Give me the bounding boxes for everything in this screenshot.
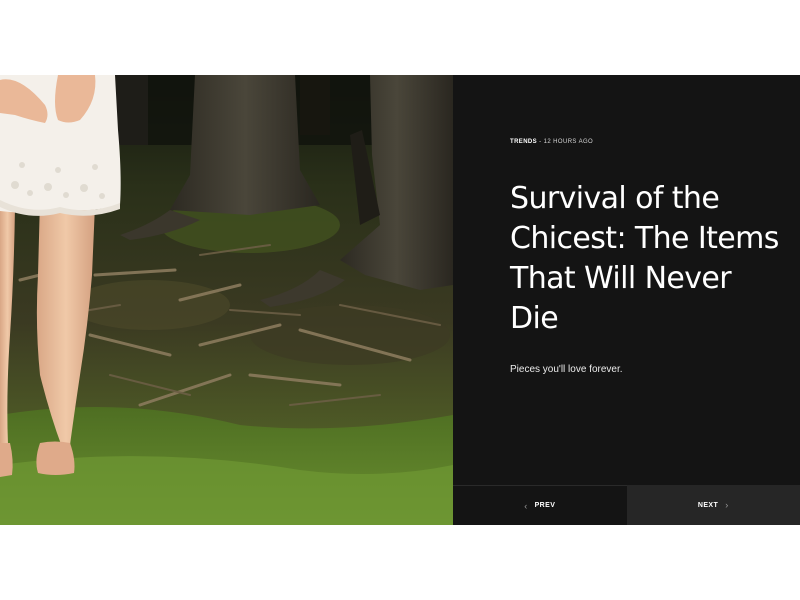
pager: ‹ PREV NEXT ›: [453, 485, 800, 525]
article-meta: TRENDS - 12 HOURS AGO: [510, 139, 593, 145]
timestamp: 12 HOURS AGO: [543, 139, 594, 145]
article-slide: TRENDS - 12 HOURS AGO Survival of the Ch…: [0, 75, 800, 525]
next-button[interactable]: NEXT ›: [626, 485, 800, 525]
article-panel: TRENDS - 12 HOURS AGO Survival of the Ch…: [453, 75, 800, 525]
prev-button[interactable]: ‹ PREV: [453, 485, 627, 525]
hero-image: [0, 75, 453, 525]
category-tag[interactable]: TRENDS: [510, 139, 537, 145]
chevron-right-icon: ›: [725, 500, 729, 510]
article-subtitle: Pieces you'll love forever.: [510, 364, 623, 375]
next-label: NEXT: [697, 501, 719, 509]
prev-label: PREV: [534, 502, 556, 509]
chevron-left-icon: ‹: [524, 500, 528, 511]
article-title[interactable]: Survival of the Chicest: The Items That …: [510, 179, 780, 339]
forest-photo: [0, 75, 453, 525]
